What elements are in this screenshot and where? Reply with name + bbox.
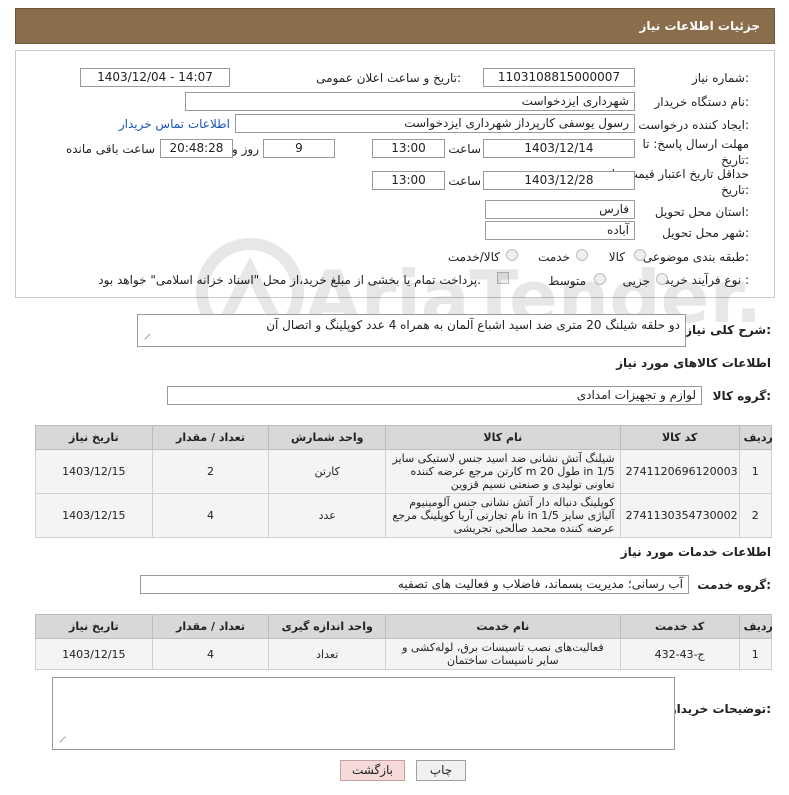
goods-row-qty: 2: [151, 449, 270, 494]
category-label: طبقه بندی موضوعی:: [642, 250, 749, 264]
services-col-index: ردیف: [738, 614, 773, 639]
treasury-checkbox[interactable]: [497, 272, 509, 284]
goods-row-index: 2: [738, 493, 773, 538]
creator-field[interactable]: رسول یوسفی کارپرداز شهرداری ایزدخواست: [235, 114, 635, 133]
category-service-label: خدمت: [538, 250, 570, 264]
services-group-field[interactable]: آب رسانی؛ مدیریت پسماند، فاضلاب و فعالیت…: [140, 575, 689, 594]
services-group-label: گروه خدمت:: [697, 578, 771, 592]
goods-row-unit: عدد: [268, 493, 387, 538]
announce-date-field[interactable]: 1403/12/04 - 14:07: [80, 68, 230, 87]
category-goods-radio[interactable]: [634, 249, 646, 261]
summary-textarea[interactable]: دو حلقه شیلنگ 20 متری ضد اسید اشباع آلما…: [137, 314, 686, 347]
creator-label: ایجاد کننده درخواست:: [638, 118, 749, 132]
validity-time-label: ساعت: [448, 174, 481, 188]
deadline-date-field[interactable]: 1403/12/14: [483, 139, 635, 158]
remaining-time-label: ساعت باقی مانده: [65, 142, 155, 156]
goods-row-date: 1403/12/15: [35, 493, 153, 538]
services-row-code: ج-43-432: [619, 638, 740, 670]
goods-col-unit: واحد شمارش: [268, 425, 387, 450]
table-row[interactable]: 1403/12/15 4 تعداد فعالیت‌های نصب تاسیسا…: [35, 638, 773, 670]
buyer-org-label: نام دستگاه خریدار:: [654, 95, 750, 109]
deadline-time-field[interactable]: 13:00: [372, 139, 445, 158]
services-col-name: نام خدمت: [385, 614, 621, 639]
goods-col-code: کد کالا: [619, 425, 740, 450]
announce-date-label: تاریخ و ساعت اعلان عمومی:: [316, 71, 461, 85]
summary-label: شرح کلی نیاز:: [685, 323, 771, 337]
goods-table-header: تاریخ نیاز تعداد / مقدار واحد شمارش نام …: [35, 425, 773, 450]
goods-row-unit: کارتن: [268, 449, 387, 494]
category-service-radio[interactable]: [576, 249, 588, 261]
services-col-date: تاریخ نیاز: [35, 614, 153, 639]
days-label: روز و: [232, 142, 259, 156]
purchase-minor-label: جزیی: [622, 274, 650, 288]
goods-col-date: تاریخ نیاز: [35, 425, 153, 450]
services-row-unit: تعداد: [268, 638, 387, 670]
services-col-code: کد خدمت: [619, 614, 740, 639]
services-row-index: 1: [738, 638, 773, 670]
need-number-field[interactable]: 1103108815000007: [483, 68, 635, 87]
back-button[interactable]: بازگشت: [340, 760, 405, 781]
services-row-date: 1403/12/15: [35, 638, 153, 670]
goods-row-code: 2741130354730002: [619, 493, 740, 538]
validity-date-field[interactable]: 1403/12/28: [483, 171, 635, 190]
city-field[interactable]: آباده: [485, 221, 635, 240]
services-col-unit: واحد اندازه گیری: [268, 614, 387, 639]
goods-col-name: نام کالا: [385, 425, 621, 450]
services-row-qty: 4: [151, 638, 270, 670]
province-field[interactable]: فارس: [485, 200, 635, 219]
province-label: استان محل تحویل:: [654, 205, 749, 219]
goods-group-label: گروه کالا:: [712, 389, 771, 403]
goods-col-index: ردیف: [738, 425, 773, 450]
need-number-label: شماره نیاز:: [691, 71, 749, 85]
remaining-time-field[interactable]: 20:48:28: [160, 139, 233, 158]
goods-row-name: شیلنگ آتش نشانی ضد اسید جنس لاستیکی سایز…: [385, 449, 621, 494]
goods-table: تاریخ نیاز تعداد / مقدار واحد شمارش نام …: [35, 425, 773, 538]
page-header: جزئیات اطلاعات نیاز: [15, 8, 775, 44]
purchase-minor-radio[interactable]: [656, 273, 668, 285]
page-title: جزئیات اطلاعات نیاز: [639, 19, 760, 33]
validity-time-field[interactable]: 13:00: [372, 171, 445, 190]
buyer-notes-textarea[interactable]: [52, 677, 675, 750]
category-goods-label: کالا: [608, 250, 625, 264]
services-col-qty: تعداد / مقدار: [151, 614, 270, 639]
buyer-org-field[interactable]: شهرداری ایزدخواست: [185, 92, 635, 111]
goods-col-qty: تعداد / مقدار: [151, 425, 270, 450]
purchase-medium-radio[interactable]: [594, 273, 606, 285]
goods-section-title: اطلاعات کالاهای مورد نیاز: [616, 356, 771, 370]
category-goods-service-label: کالا/خدمت: [447, 250, 500, 264]
buyer-contact-link[interactable]: اطلاعات تماس خریدار: [119, 117, 230, 131]
services-table: تاریخ نیاز تعداد / مقدار واحد اندازه گیر…: [35, 614, 773, 670]
table-row[interactable]: 1403/12/15 4 عدد کوپلینگ دنباله دار آتش …: [35, 493, 773, 538]
treasury-note: پرداخت تمام یا بخشی از مبلغ خرید،از محل …: [98, 273, 481, 287]
services-row-name: فعالیت‌های نصب تاسیسات برق، لوله‌کشی و س…: [385, 638, 621, 670]
deadline-label: مهلت ارسال پاسخ: تا تاریخ:: [642, 137, 749, 167]
services-table-header: تاریخ نیاز تعداد / مقدار واحد اندازه گیر…: [35, 614, 773, 639]
purchase-medium-label: متوسط: [548, 274, 586, 288]
category-goods-service-radio[interactable]: [506, 249, 518, 261]
goods-group-field[interactable]: لوازم و تجهیزات امدادی: [167, 386, 702, 405]
services-section-title: اطلاعات خدمات مورد نیاز: [620, 545, 771, 559]
table-row[interactable]: 1403/12/15 2 کارتن شیلنگ آتش نشانی ضد اس…: [35, 449, 773, 494]
goods-row-date: 1403/12/15: [35, 449, 153, 494]
purchase-type-label: نوع فرآیند خرید :: [664, 273, 749, 287]
days-remaining-field[interactable]: 9: [263, 139, 335, 158]
buyer-notes-label: توضیحات خریدار:: [669, 702, 771, 716]
goods-row-name: کوپلینگ دنباله دار آتش نشانی جنس آلومینی…: [385, 493, 621, 538]
goods-row-index: 1: [738, 449, 773, 494]
goods-row-code: 2741120696120003: [619, 449, 740, 494]
print-button[interactable]: چاپ: [416, 760, 466, 781]
deadline-time-label: ساعت: [448, 142, 481, 156]
goods-row-qty: 4: [151, 493, 270, 538]
city-label: شهر محل تحویل:: [662, 226, 749, 240]
